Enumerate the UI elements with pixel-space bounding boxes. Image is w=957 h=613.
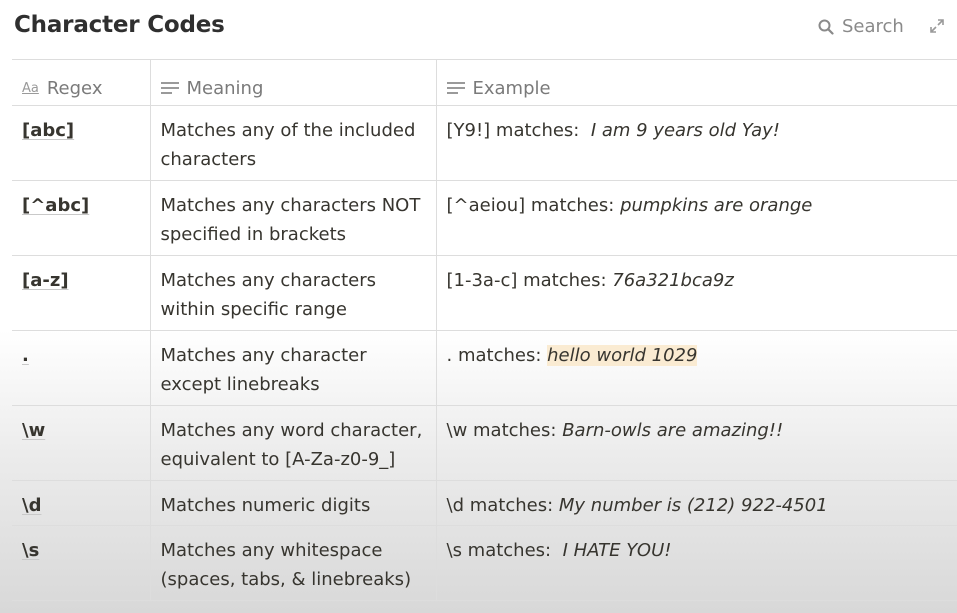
example-text: hello world 1029 [547, 345, 698, 366]
example-text: My number is (212) 922-4501 [558, 495, 828, 516]
expand-icon [930, 19, 944, 33]
example-prefix: [1-3a-c] matches: [446, 270, 607, 291]
column-label: Example [472, 77, 551, 99]
page-title: Character Codes [14, 12, 225, 38]
example-text: Barn-owls are amazing!! [562, 420, 784, 441]
example-text: I HATE YOU! [562, 540, 672, 561]
example-cell[interactable]: \s matches: I HATE YOU! [437, 526, 957, 565]
open-full-page-button[interactable] [929, 18, 945, 38]
example-prefix: . matches: [446, 345, 542, 366]
example-cell[interactable]: [^aeiou] matches: pumpkins are orange [437, 181, 957, 220]
text-property-icon [160, 81, 179, 95]
regex-cell[interactable]: [^abc] [12, 181, 150, 220]
column-header-meaning[interactable]: Meaning [149, 59, 436, 106]
search-button[interactable]: Search [818, 16, 904, 37]
regex-cell[interactable]: \d [12, 481, 150, 520]
meaning-cell[interactable]: Matches any characters NOT specified in … [151, 181, 436, 249]
search-icon [818, 19, 834, 35]
column-header-example[interactable]: Example [435, 59, 957, 106]
table-row[interactable]: [abc] Matches any of the included charac… [12, 105, 957, 181]
meaning-cell[interactable]: Matches any whitespace (spaces, tabs, & … [151, 526, 436, 594]
text-property-icon [446, 81, 465, 95]
regex-cell[interactable]: \w [12, 406, 150, 445]
column-label: Regex [46, 77, 103, 99]
regex-cell[interactable]: \s [12, 526, 150, 565]
example-cell[interactable]: \w matches: Barn-owls are amazing!! [437, 406, 957, 445]
table-row[interactable]: [^abc] Matches any characters NOT specif… [12, 180, 957, 256]
table-row[interactable]: \s Matches any whitespace (spaces, tabs,… [12, 525, 957, 601]
example-cell[interactable]: \d matches: My number is (212) 922-4501 [437, 481, 957, 520]
column-label: Meaning [186, 77, 264, 99]
regex-cell[interactable]: . [12, 331, 150, 370]
regex-cell[interactable]: [a-z] [12, 256, 150, 295]
example-text: I am 9 years old Yay! [590, 120, 780, 141]
example-text: pumpkins are orange [620, 195, 813, 216]
example-prefix: [Y9!] matches: [446, 120, 580, 141]
table-header-row: Aa Regex Meaning Example [12, 59, 957, 106]
example-prefix: [^aeiou] matches: [446, 195, 615, 216]
page-header: Character Codes Search [0, 0, 957, 58]
table-row[interactable]: \w Matches any word character, equivalen… [12, 405, 957, 481]
example-prefix: \d matches: [446, 495, 554, 516]
example-cell[interactable]: . matches: hello world 1029 [437, 331, 957, 370]
example-cell[interactable]: [Y9!] matches: I am 9 years old Yay! [437, 106, 957, 145]
title-property-icon: Aa [22, 80, 39, 96]
meaning-cell[interactable]: Matches any characters within specific r… [151, 256, 436, 324]
example-text: 76a321bca9z [612, 270, 734, 291]
example-prefix: \s matches: [446, 540, 552, 561]
example-prefix: \w matches: [446, 420, 557, 441]
meaning-cell[interactable]: Matches numeric digits [151, 481, 436, 520]
table-row[interactable]: . Matches any character except linebreak… [12, 330, 957, 406]
meaning-cell[interactable]: Matches any character except linebreaks [151, 331, 436, 399]
meaning-cell[interactable]: Matches any of the included characters [151, 106, 436, 174]
table-row[interactable]: [a-z] Matches any characters within spec… [12, 255, 957, 331]
table-row[interactable]: \d Matches numeric digits \d matches: My… [12, 480, 957, 526]
meaning-cell[interactable]: Matches any word character, equivalent t… [151, 406, 436, 474]
regex-cell[interactable]: [abc] [12, 106, 150, 145]
regex-table: Aa Regex Meaning Example [abc] Matches a… [12, 59, 957, 601]
column-header-regex[interactable]: Aa Regex [12, 59, 150, 106]
example-cell[interactable]: [1-3a-c] matches: 76a321bca9z [437, 256, 957, 295]
search-label: Search [842, 16, 904, 37]
